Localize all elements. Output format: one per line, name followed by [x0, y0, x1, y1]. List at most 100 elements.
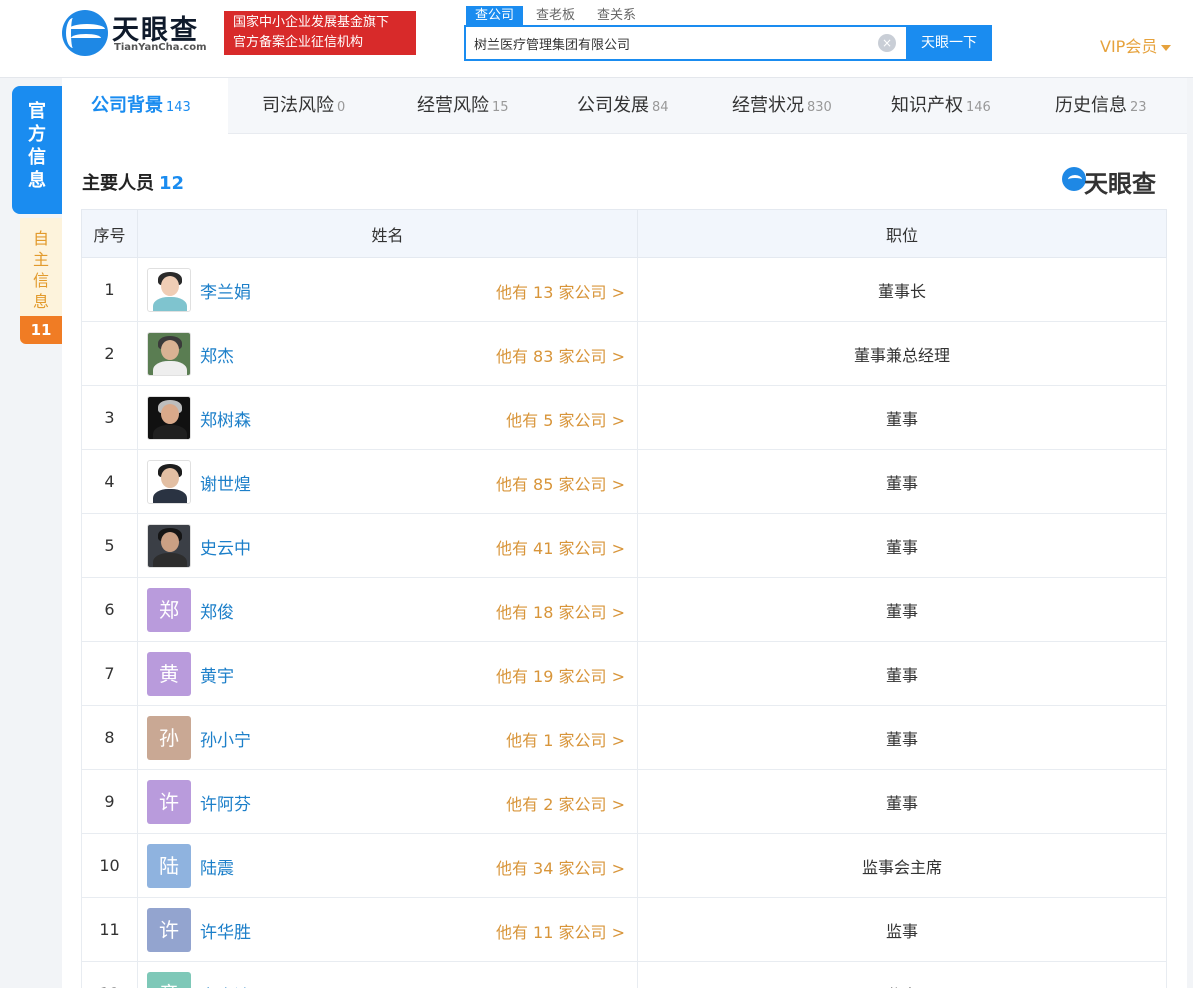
- table-row: 9 许许阿芬 他有 2 家公司 > 董事: [81, 769, 1167, 834]
- person-entry: 谢世煌 他有 85 家公司 >: [138, 450, 637, 513]
- tab-label: 公司发展: [577, 95, 649, 116]
- related-companies-link[interactable]: 他有 19 家公司 >: [496, 663, 625, 687]
- table-header-row: 序号 姓名 职位: [81, 209, 1167, 258]
- side-tab-self-label: 自主信息: [32, 229, 49, 311]
- person-name-link[interactable]: 孙小宁: [200, 726, 251, 751]
- avatar[interactable]: 郑: [147, 588, 191, 632]
- tab-company-development[interactable]: 公司发展 84: [577, 78, 669, 134]
- row-number: 1: [81, 257, 138, 322]
- tab-history-info[interactable]: 历史信息 23: [1055, 78, 1147, 134]
- row-number: 10: [81, 833, 138, 898]
- tab-count: 830: [807, 100, 832, 115]
- row-number: 3: [81, 385, 138, 450]
- avatar-body: [153, 425, 187, 439]
- section-title: 主要人员 12: [82, 169, 184, 195]
- related-companies-link[interactable]: 他有 1 家公司 >: [506, 727, 625, 751]
- avatar[interactable]: 孙: [147, 716, 191, 760]
- person-entry: 章章金法 他有 8 家公司 >: [138, 962, 637, 988]
- tab-label: 经营风险: [417, 95, 489, 116]
- table-row: 3 郑树森 他有 5 家公司 > 董事: [81, 385, 1167, 450]
- tab-business-risk[interactable]: 经营风险 15: [417, 78, 509, 134]
- person-name-link[interactable]: 章金法: [200, 982, 251, 988]
- avatar[interactable]: [147, 524, 191, 568]
- related-companies-link[interactable]: 他有 2 家公司 >: [506, 791, 625, 815]
- tianyancha-logo[interactable]: 天眼查 TianYanCha.com: [62, 8, 214, 58]
- person-entry: 郑杰 他有 83 家公司 >: [138, 322, 637, 385]
- clear-icon[interactable]: ×: [878, 34, 896, 52]
- avatar[interactable]: 许: [147, 908, 191, 952]
- section-title-text: 主要人员: [82, 173, 154, 194]
- tab-count: 143: [166, 100, 191, 115]
- related-companies-link[interactable]: 他有 85 家公司 >: [496, 471, 625, 495]
- person-entry: 陆陆震 他有 34 家公司 >: [138, 834, 637, 897]
- person-name-link[interactable]: 郑杰: [200, 342, 234, 367]
- search-tab-company[interactable]: 查公司: [466, 6, 524, 26]
- search-type-tabs: 查公司 查老板 查关系: [466, 4, 649, 26]
- eye-logo-icon: [62, 10, 108, 56]
- tab-judicial-risk[interactable]: 司法风险 0: [262, 78, 345, 134]
- person-name-link[interactable]: 郑俊: [200, 598, 234, 623]
- tab-intellectual-property[interactable]: 知识产权 146: [891, 78, 991, 134]
- tab-label: 知识产权: [891, 95, 963, 116]
- row-number: 4: [81, 449, 138, 514]
- name-cell: 史云中 他有 41 家公司 >: [137, 513, 638, 578]
- position-cell: 董事长: [637, 257, 1167, 322]
- tianyancha-watermark-logo: 天眼查: [1062, 166, 1166, 198]
- caret-down-icon: [1161, 44, 1172, 51]
- tab-count: 146: [966, 100, 991, 115]
- related-companies-link[interactable]: 他有 11 家公司 >: [496, 919, 625, 943]
- avatar[interactable]: [147, 268, 191, 312]
- related-companies-link[interactable]: 他有 83 家公司 >: [496, 343, 625, 367]
- avatar[interactable]: [147, 332, 191, 376]
- search-input[interactable]: [474, 27, 869, 59]
- search-tab-relation[interactable]: 查关系: [588, 6, 645, 26]
- person-name-link[interactable]: 郑树森: [200, 406, 251, 431]
- person-entry: 孙孙小宁 他有 1 家公司 >: [138, 706, 637, 769]
- person-name-link[interactable]: 陆震: [200, 854, 234, 879]
- avatar[interactable]: 章: [147, 972, 191, 988]
- tab-label: 司法风险: [262, 95, 334, 116]
- official-badge[interactable]: 国家中小企业发展基金旗下 官方备案企业征信机构: [224, 11, 416, 55]
- person-name-link[interactable]: 许阿芬: [200, 790, 251, 815]
- vip-member-menu[interactable]: VIP会员: [1100, 33, 1172, 57]
- person-name-link[interactable]: 李兰娟: [200, 278, 251, 303]
- related-companies-link[interactable]: 他有 13 家公司 >: [496, 279, 625, 303]
- table-row: 5 史云中 他有 41 家公司 > 董事: [81, 513, 1167, 578]
- category-tabs: 公司背景 143 司法风险 0 经营风险 15 公司发展 84 经营状况 830 知识产权…: [62, 78, 1187, 134]
- avatar[interactable]: 许: [147, 780, 191, 824]
- tab-count: 15: [492, 100, 509, 115]
- person-name-link[interactable]: 史云中: [200, 534, 251, 559]
- related-companies-link[interactable]: 他有 34 家公司 >: [496, 855, 625, 879]
- person-entry: 郑郑俊 他有 18 家公司 >: [138, 578, 637, 641]
- related-companies-link[interactable]: 他有 41 家公司 >: [496, 535, 625, 559]
- side-tab-official-info[interactable]: 官方信息: [12, 86, 62, 214]
- avatar[interactable]: 黄: [147, 652, 191, 696]
- avatar-face: [161, 532, 179, 552]
- badge-line-2: 官方备案企业征信机构: [233, 35, 364, 50]
- table-row: 6 郑郑俊 他有 18 家公司 > 董事: [81, 577, 1167, 642]
- person-name-link[interactable]: 许华胜: [200, 918, 251, 943]
- avatar[interactable]: [147, 396, 191, 440]
- name-cell: 黄黄宇 他有 19 家公司 >: [137, 641, 638, 706]
- avatar[interactable]: 陆: [147, 844, 191, 888]
- avatar-body: [153, 489, 187, 503]
- row-number: 6: [81, 577, 138, 642]
- person-entry: 郑树森 他有 5 家公司 >: [138, 386, 637, 449]
- search-button[interactable]: 天眼一下: [906, 25, 992, 61]
- tab-business-status[interactable]: 经营状况 830: [732, 78, 832, 134]
- avatar[interactable]: [147, 460, 191, 504]
- badge-line-1: 国家中小企业发展基金旗下: [233, 15, 390, 30]
- avatar-face: [161, 468, 179, 488]
- search-tab-boss[interactable]: 查老板: [527, 6, 584, 26]
- related-companies-link[interactable]: 他有 5 家公司 >: [506, 407, 625, 431]
- avatar-body: [153, 297, 187, 311]
- tab-company-background[interactable]: 公司背景 143: [62, 78, 228, 134]
- person-name-link[interactable]: 黄宇: [200, 662, 234, 687]
- key-personnel-table: 序号 姓名 职位 1 李兰娟 他有 13 家公司 > 董事长 2 郑杰 他有 83 家公司 …: [81, 209, 1167, 988]
- related-companies-link[interactable]: 他有 8 家公司 >: [506, 983, 625, 988]
- table-row: 11 许许华胜 他有 11 家公司 > 监事: [81, 897, 1167, 962]
- main-panel: 公司背景 143 司法风险 0 经营风险 15 公司发展 84 经营状况 830 知识产权…: [62, 78, 1187, 988]
- related-companies-link[interactable]: 他有 18 家公司 >: [496, 599, 625, 623]
- person-name-link[interactable]: 谢世煌: [200, 470, 251, 495]
- name-cell: 许许华胜 他有 11 家公司 >: [137, 897, 638, 962]
